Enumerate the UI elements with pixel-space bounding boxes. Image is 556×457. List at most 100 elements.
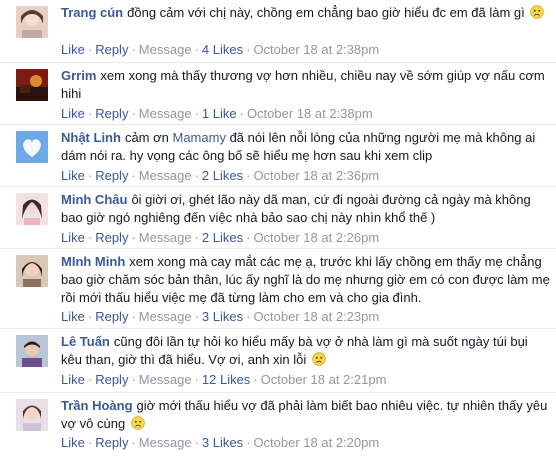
comment-text: ôi giời ơi, ghét lão này dã man, cứ đi n… [61,192,531,225]
comment-list: Trang cún đồng cảm với chị này, chồng em … [0,0,556,457]
separator: · [194,42,199,57]
separator: · [194,372,199,387]
comment-author[interactable]: MInh Minh [61,254,125,269]
separator: · [253,372,258,387]
timestamp[interactable]: October 18 at 2:38pm [247,106,373,121]
comment-item: Minh Châu ôi giời ơi, ghét lão này dã man… [0,186,556,250]
like-link[interactable]: Like [61,372,85,387]
like-count[interactable]: 1 Like [202,106,237,121]
separator: · [87,168,93,183]
comment-author[interactable]: Nhật Linh [61,130,121,145]
avatar[interactable] [16,6,48,38]
comment-body: Minh Châu ôi giời ơi, ghét lão này dã man… [61,191,550,227]
message-link[interactable]: Message [139,372,192,387]
avatar[interactable] [16,255,48,287]
avatar[interactable] [16,69,48,101]
reply-link[interactable]: Reply [95,372,128,387]
reply-link[interactable]: Reply [95,309,128,324]
comment-item: Nhật Linh cảm ơn Mamamy đã nói lên nỗi lò… [0,124,556,188]
separator: · [194,168,199,183]
comment-body: Trang cún đồng cảm với chị này, chồng em … [61,4,550,22]
message-link[interactable]: Message [139,106,192,121]
comment-actions: Like · Reply · Message · 12 Likes · October 18 a… [61,371,386,389]
like-link[interactable]: Like [61,42,85,57]
timestamp[interactable]: October 18 at 2:36pm [253,168,379,183]
comment-text: xem xong mà cay mắt các mẹ ạ, trước khi … [61,254,550,305]
comment-actions: Like · Reply · Message · 1 Like · October 18 at … [61,105,373,123]
separator: · [194,309,199,324]
message-link[interactable]: Message [139,230,192,245]
like-link[interactable]: Like [61,106,85,121]
comment-text: đồng cảm với chị này, chồng em chẳng bao… [127,5,525,20]
message-link[interactable]: Message [139,435,192,450]
comment-actions: Like · Reply · Message · 3 Likes · October 18 at… [61,308,379,326]
like-count[interactable]: 2 Likes [202,230,243,245]
reply-link[interactable]: Reply [95,435,128,450]
comment-item: MInh Minh xem xong mà cay mắt các mẹ ạ, t… [0,248,556,328]
comment-author[interactable]: Lê Tuấn [61,334,110,349]
like-link[interactable]: Like [61,230,85,245]
comment-actions: Like · Reply · Message · 2 Likes · October 18 at… [61,229,379,247]
reply-link[interactable]: Reply [95,168,128,183]
comment-body: Lê Tuấn cũng đôi lần tự hỏi ko hiểu mấy b… [61,333,550,369]
comment-author[interactable]: Grrim [61,68,96,83]
like-link[interactable]: Like [61,435,85,450]
separator: · [194,435,199,450]
comment-body: MInh Minh xem xong mà cay mắt các mẹ ạ, t… [61,253,550,307]
comment-item: Trần Hoàng giờ mới thấu hiểu vợ đã phải l… [0,392,556,457]
message-link[interactable]: Message [139,309,192,324]
separator: · [87,42,93,57]
avatar[interactable] [16,399,48,431]
avatar[interactable] [16,335,48,367]
separator: · [131,372,136,387]
message-link[interactable]: Message [139,168,192,183]
comment-actions: Like · Reply · Message · 2 Likes · October 18 at… [61,167,379,185]
separator: · [87,106,93,121]
comment-item: Lê Tuấn cũng đôi lần tự hỏi ko hiểu mấy b… [0,328,556,392]
like-count[interactable]: 4 Likes [202,42,243,57]
like-count[interactable]: 12 Likes [202,372,250,387]
like-count[interactable]: 3 Likes [202,309,243,324]
comment-text: cũng đôi lần tự hỏi ko hiểu mấy bà vợ ở … [61,334,528,367]
sad-face-emoji [312,352,326,366]
separator: · [131,230,136,245]
reply-link[interactable]: Reply [95,230,128,245]
comment-item: Grrim xem xong mà thấy thương vợ hơn nhiề… [0,62,556,126]
comment-author[interactable]: Trần Hoàng [61,398,133,413]
separator: · [87,435,93,450]
like-count[interactable]: 3 Likes [202,435,243,450]
separator: · [246,309,251,324]
like-link[interactable]: Like [61,168,85,183]
separator: · [87,230,93,245]
sad-face-emoji [131,416,145,430]
avatar[interactable] [16,193,48,225]
separator: · [131,42,136,57]
timestamp[interactable]: October 18 at 2:26pm [253,230,379,245]
separator: · [246,42,251,57]
separator: · [87,372,93,387]
comment-body: Trần Hoàng giờ mới thấu hiểu vợ đã phải l… [61,397,550,433]
timestamp[interactable]: October 18 at 2:20pm [253,435,379,450]
comment-actions: Like · Reply · Message · 3 Likes · October 18 at… [61,434,379,452]
separator: · [246,230,251,245]
comment-author[interactable]: Trang cún [61,5,123,20]
separator: · [194,230,199,245]
comment-body: Grrim xem xong mà thấy thương vợ hơn nhiề… [61,67,550,103]
timestamp[interactable]: October 18 at 2:23pm [253,309,379,324]
separator: · [131,106,136,121]
reply-link[interactable]: Reply [95,42,128,57]
mention-link[interactable]: Mamamy [173,130,226,145]
message-link[interactable]: Message [139,42,192,57]
separator: · [239,106,244,121]
timestamp[interactable]: October 18 at 2:21pm [261,372,387,387]
separator: · [131,168,136,183]
timestamp[interactable]: October 18 at 2:38pm [253,42,379,57]
separator: · [131,309,136,324]
comment-text: xem xong mà thấy thương vợ hơn nhiều, ch… [61,68,545,101]
reply-link[interactable]: Reply [95,106,128,121]
like-count[interactable]: 2 Likes [202,168,243,183]
like-link[interactable]: Like [61,309,85,324]
comment-author[interactable]: Minh Châu [61,192,127,207]
cloud-heart-avatar[interactable] [16,131,48,163]
separator: · [246,435,251,450]
